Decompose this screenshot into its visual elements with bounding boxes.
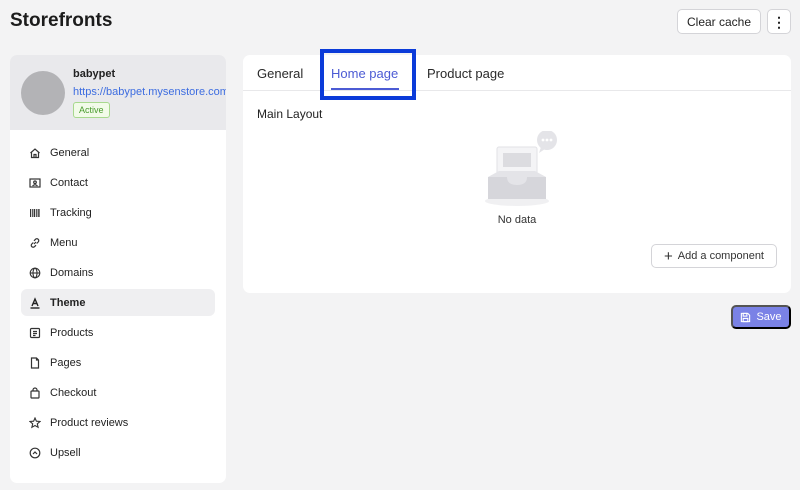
tab-general[interactable]: General — [257, 66, 303, 81]
store-url-link[interactable]: https://babypet.mysenstore.com — [73, 86, 226, 98]
status-badge: Active — [73, 102, 110, 118]
globe-icon — [28, 266, 41, 279]
sidebar-item-label: Menu — [50, 236, 78, 249]
sidebar-item-label: Upsell — [50, 446, 81, 459]
avatar — [21, 71, 65, 115]
sidebar-item-general[interactable]: General — [21, 139, 215, 166]
clear-cache-button[interactable]: Clear cache — [677, 9, 761, 34]
sidebar-item-checkout[interactable]: Checkout — [21, 379, 215, 406]
sidebar-item-label: Pages — [50, 356, 82, 369]
sidebar-item-pages[interactable]: Pages — [21, 349, 215, 376]
plus-icon: + — [664, 247, 673, 265]
sidebar-item-tracking[interactable]: Tracking — [21, 199, 215, 226]
page-icon — [28, 356, 41, 369]
save-icon — [741, 312, 751, 322]
save-button[interactable]: Save — [731, 305, 791, 329]
sidebar-item-menu[interactable]: Menu — [21, 229, 215, 256]
store-card: babypet https://babypet.mysenstore.com A… — [10, 55, 226, 130]
add-component-label: Add a component — [677, 250, 764, 262]
sidebar-item-label: Checkout — [50, 386, 97, 399]
sidebar-item-product-reviews[interactable]: Product reviews — [21, 409, 215, 436]
sidebar-item-theme[interactable]: Theme — [21, 289, 215, 316]
sidebar-item-domains[interactable]: Domains — [21, 259, 215, 286]
empty-inbox-icon — [485, 131, 557, 206]
sidebar-item-products[interactable]: Products — [21, 319, 215, 346]
page-title: Storefronts — [10, 10, 113, 31]
font-icon — [28, 296, 41, 309]
star-icon — [28, 416, 41, 429]
product-icon — [28, 326, 41, 339]
sidebar-item-label: Tracking — [50, 206, 92, 219]
save-label: Save — [756, 311, 782, 323]
sidebar: babypet https://babypet.mysenstore.com A… — [10, 55, 226, 483]
sidebar-item-label: Products — [50, 326, 94, 339]
sidebar-item-upsell[interactable]: Upsell — [21, 439, 215, 466]
top-actions: Clear cache ⋮ — [677, 9, 791, 34]
store-name: babypet — [73, 68, 116, 80]
link-icon — [28, 236, 41, 249]
sidebar-item-label: General — [50, 146, 90, 159]
home-icon — [28, 146, 41, 159]
more-options-button[interactable]: ⋮ — [767, 9, 791, 34]
contact-card-icon — [28, 176, 41, 189]
sidebar-item-label: Contact — [50, 176, 88, 189]
sidebar-nav: General Contact Tracking Menu Domains Th… — [21, 139, 215, 469]
section-title: Main Layout — [257, 107, 323, 121]
sidebar-item-label: Product reviews — [50, 416, 129, 429]
tab-product-page[interactable]: Product page — [427, 66, 504, 81]
sidebar-item-label: Theme — [50, 296, 86, 309]
bag-icon — [28, 386, 41, 399]
sidebar-item-label: Domains — [50, 266, 94, 279]
highlight-annotation-box — [320, 49, 416, 100]
add-component-button[interactable]: + Add a component — [651, 244, 777, 268]
sidebar-item-contact[interactable]: Contact — [21, 169, 215, 196]
barcode-icon — [28, 206, 41, 219]
empty-state-text: No data — [497, 214, 537, 226]
upsell-icon — [28, 446, 41, 459]
